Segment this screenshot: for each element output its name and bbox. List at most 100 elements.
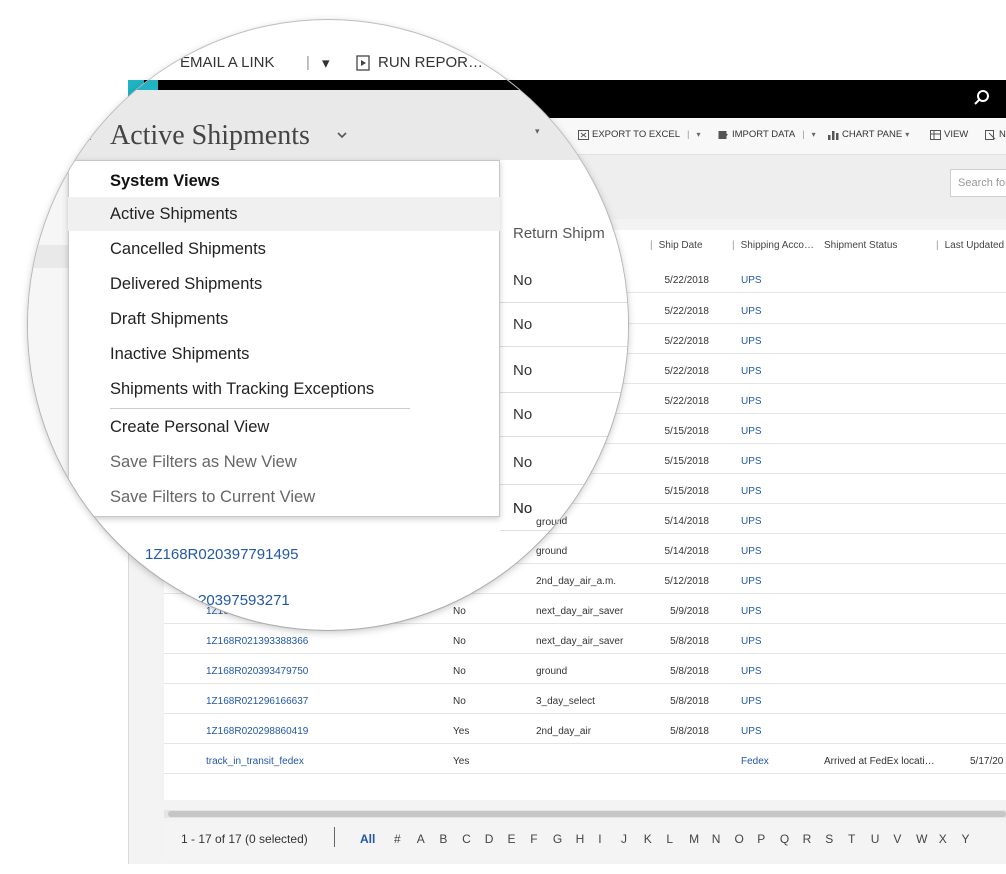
shipping-account-link[interactable]: UPS	[741, 606, 762, 617]
column-header-shipment-status[interactable]: Shipment Status	[824, 240, 897, 251]
row-divider	[500, 436, 628, 437]
service-type-cell: next_day_air_saver	[536, 636, 624, 647]
menu-item-system-view[interactable]: Active Shipments	[68, 197, 500, 231]
tracking-link[interactable]: 1Z168R020397791495	[145, 546, 298, 563]
tracking-number-link[interactable]: 1Z168R021393388366	[206, 636, 308, 647]
return-shipment-cell: No	[513, 454, 533, 471]
shipping-account-link[interactable]: UPS	[741, 696, 762, 707]
alphabet-filter-letter[interactable]: B	[439, 832, 447, 846]
tracking-number-link[interactable]: 1Z168R020298860419	[206, 726, 308, 737]
shipping-account-link[interactable]: UPS	[741, 366, 762, 377]
alphabet-filter-letter[interactable]: R	[803, 832, 812, 846]
alphabet-filter-letter[interactable]: P	[757, 832, 765, 846]
chart-pane-button[interactable]: CHART PANE ▾	[828, 129, 909, 140]
import-data-button[interactable]: IMPORT DATA | ▾	[718, 129, 816, 140]
shipping-account-link[interactable]: UPS	[741, 275, 762, 286]
column-header-return-shipment[interactable]: Return Shipm	[513, 225, 605, 242]
alphabet-filter-letter[interactable]: A	[417, 832, 425, 846]
shipping-account-link[interactable]: UPS	[741, 726, 762, 737]
shipping-account-link[interactable]: UPS	[741, 306, 762, 317]
alphabet-filter-letter[interactable]: Q	[780, 832, 789, 846]
ship-date-cell: 5/8/2018	[670, 666, 709, 677]
menu-item-system-view[interactable]: Cancelled Shipments	[68, 232, 500, 266]
horizontal-scrollbar[interactable]	[164, 810, 1006, 818]
row-divider	[164, 713, 1006, 714]
alphabet-filter-letter[interactable]: #	[394, 832, 401, 846]
tracking-number-link[interactable]: 1Z168R021296166637	[206, 696, 308, 707]
alphabet-filter-letter[interactable]: W	[916, 832, 927, 846]
row-divider	[164, 653, 1006, 654]
row-divider	[500, 530, 628, 531]
alphabet-filter-letter[interactable]: K	[644, 832, 652, 846]
shipping-account-link[interactable]: UPS	[741, 396, 762, 407]
new-button[interactable]: N	[985, 129, 1006, 140]
alphabet-filter-letter[interactable]: J	[621, 832, 627, 846]
menu-item-system-view[interactable]: Draft Shipments	[68, 302, 500, 336]
view-button[interactable]: VIEW	[930, 129, 968, 140]
return-shipment-cell: No	[513, 316, 533, 333]
last-updated-cell: 5/17/20	[970, 756, 1004, 767]
alphabet-filter-all[interactable]: All	[360, 832, 375, 846]
alphabet-filter-letter[interactable]: M	[689, 832, 699, 846]
search-icon[interactable]	[972, 88, 992, 108]
shipping-account-link[interactable]: UPS	[741, 576, 762, 587]
ship-date-cell: 5/8/2018	[670, 696, 709, 707]
email-link-dropdown[interactable]: ▾	[322, 54, 330, 72]
alphabet-filter-letter[interactable]: D	[485, 832, 494, 846]
alphabet-filter-letter[interactable]: C	[462, 832, 471, 846]
export-to-excel-button[interactable]: EXPORT TO EXCEL	[568, 126, 628, 138]
shipping-account-link[interactable]: UPS	[741, 516, 762, 527]
menu-item-view-action[interactable]: Save Filters as New View	[68, 445, 500, 479]
tracking-number-link[interactable]: 1Z168R020393479750	[206, 666, 308, 677]
shipping-account-link[interactable]: UPS	[741, 486, 762, 497]
shipping-account-link[interactable]: UPS	[741, 666, 762, 677]
tracking-number-link[interactable]: track_in_transit_fedex	[206, 756, 304, 767]
shipping-account-link[interactable]: UPS	[741, 546, 762, 557]
alphabet-filter-letter[interactable]: F	[530, 832, 537, 846]
run-report-button[interactable]: RUN REPOR…	[356, 54, 483, 71]
alphabet-filter-letter[interactable]: G	[553, 832, 562, 846]
chevron-left-icon: ‹	[88, 132, 92, 144]
service-type-cell: ground	[536, 516, 569, 528]
alphabet-filter-letter[interactable]: T	[848, 832, 855, 846]
alphabet-filter-letter[interactable]: O	[735, 832, 744, 846]
search-input[interactable]: Search for	[950, 169, 1006, 197]
tracking-link[interactable]: ?0397593271	[198, 592, 290, 609]
view-title[interactable]: Active Shipments	[110, 120, 310, 152]
alphabet-filter-letter[interactable]: S	[825, 832, 833, 846]
system-views-header: System Views	[110, 172, 220, 190]
alphabet-filter-letter[interactable]: Y	[962, 832, 970, 846]
alphabet-filter-letter[interactable]: I	[598, 832, 601, 846]
ship-date-cell: 5/9/2018	[670, 606, 709, 617]
shipping-account-link[interactable]: UPS	[741, 636, 762, 647]
shipping-account-link[interactable]: UPS	[741, 426, 762, 437]
cmd-overflow[interactable]: ▾	[535, 126, 540, 137]
alphabet-filter-letter[interactable]: U	[871, 832, 880, 846]
alphabet-filter-letter[interactable]: X	[939, 832, 947, 846]
column-header-shipping-account[interactable]: | Shipping Acco…	[732, 240, 814, 251]
import-data-label: IMPORT DATA	[732, 129, 796, 140]
alphabet-filter-letter[interactable]: H	[576, 832, 585, 846]
alphabet-filter-letter[interactable]: L	[666, 832, 673, 846]
ship-date-cell: 5/22/2018	[664, 306, 710, 317]
menu-item-system-view[interactable]: Inactive Shipments	[68, 337, 500, 371]
alphabet-filter-letter[interactable]: E	[508, 832, 516, 846]
menu-item-view-action[interactable]: Save Filters to Current View	[68, 480, 500, 514]
shipment-status-cell: Arrived at FedEx locati…	[824, 756, 935, 767]
scrollbar-thumb[interactable]	[168, 811, 1006, 817]
shipping-account-link[interactable]: UPS	[741, 456, 762, 467]
menu-item-system-view[interactable]: Delivered Shipments	[68, 267, 500, 301]
email-link-button[interactable]: EMAIL A LINK	[180, 54, 275, 71]
shipping-account-link[interactable]: Fedex	[741, 756, 769, 767]
menu-item-system-view[interactable]: Shipments with Tracking Exceptions	[68, 372, 500, 406]
alphabet-filter-letter[interactable]: N	[712, 832, 721, 846]
ship-date-cell: 5/14/2018	[664, 546, 710, 557]
menu-item-view-action[interactable]: Create Personal View	[68, 410, 500, 444]
shipping-account-link[interactable]: UPS	[741, 336, 762, 347]
alphabet-filter-letter[interactable]: V	[893, 832, 901, 846]
column-header-last-updated[interactable]: | Last Updated	[936, 240, 1004, 251]
bar-chart-icon	[828, 130, 839, 140]
column-header-ship-date[interactable]: | Ship Date	[650, 240, 703, 251]
left-nav-selected[interactable]	[28, 245, 68, 268]
chevron-down-icon[interactable]	[335, 128, 349, 142]
